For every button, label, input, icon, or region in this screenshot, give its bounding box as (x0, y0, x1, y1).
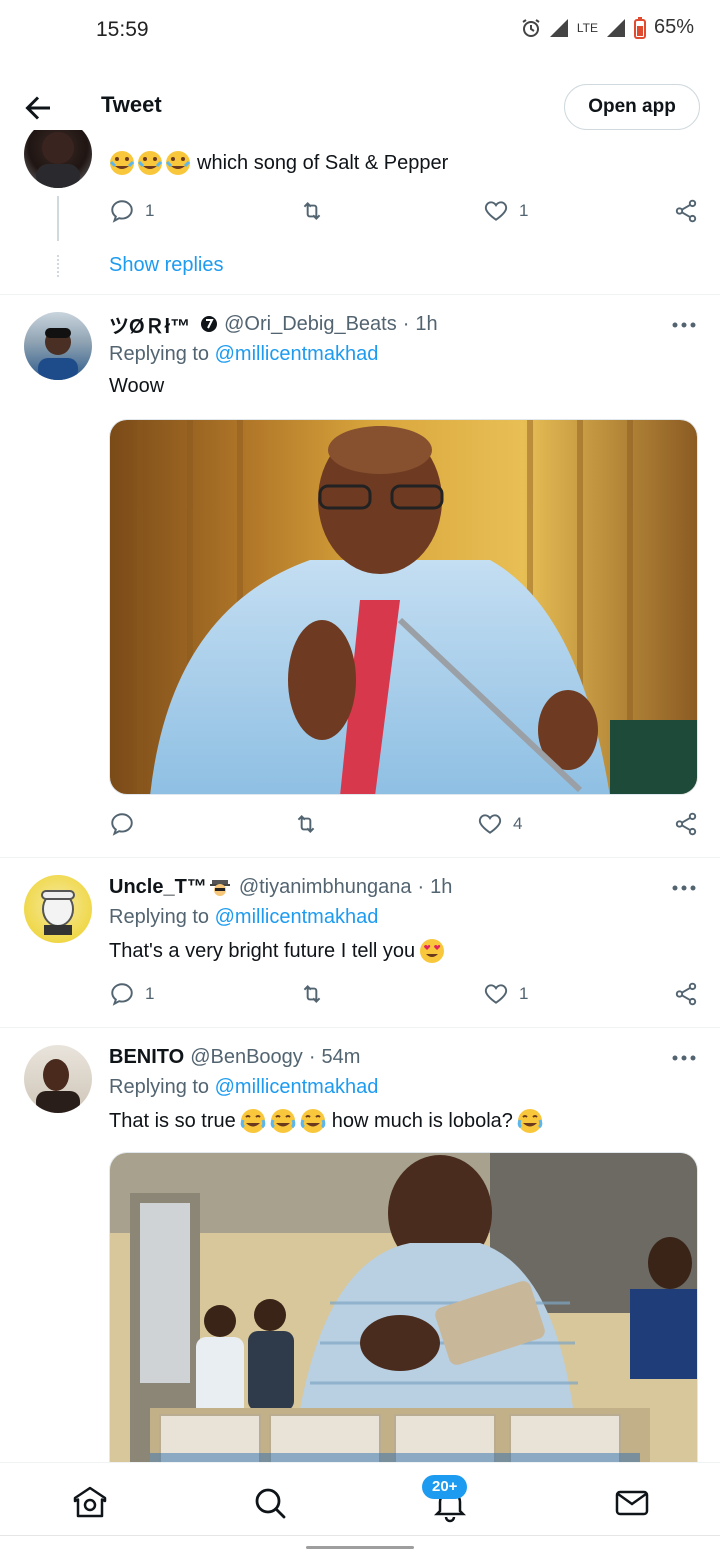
photo-image (110, 420, 697, 794)
share-icon (675, 812, 697, 836)
handle[interactable]: @tiyanimbhungana (239, 876, 412, 899)
tweet-text-content: That's a very bright future I tell you (109, 939, 416, 962)
detective-emoji (209, 880, 230, 896)
tweet-3[interactable]: Uncle_T™ @tiyanimbhungana · 1h Replying … (0, 858, 720, 1027)
display-name[interactable]: BENITO (109, 1046, 184, 1069)
tweet-photo[interactable] (109, 1152, 698, 1462)
tears-of-joy-emoji (240, 1109, 326, 1133)
show-replies-link[interactable]: Show replies (109, 254, 224, 277)
timestamp[interactable]: 1h (415, 313, 437, 336)
thread-line (57, 196, 59, 241)
home-icon[interactable] (70, 1483, 110, 1523)
tweet-actions: 4 (109, 811, 699, 841)
notifications-badge[interactable]: 20+ (422, 1475, 468, 1499)
tears-of-joy-emoji (517, 1109, 543, 1133)
timestamp[interactable]: 1h (430, 876, 452, 899)
retweet-button[interactable] (293, 811, 319, 837)
heart-icon (484, 984, 508, 1004)
retweet-icon (303, 985, 321, 1003)
status-time: 15:59 (96, 18, 149, 41)
replying-to: Replying to @millicentmakhad (109, 343, 379, 365)
mention-link[interactable]: @millicentmakhad (215, 343, 379, 365)
verified-badge-icon (201, 316, 218, 332)
share-icon (675, 982, 697, 1006)
avatar[interactable] (24, 312, 92, 380)
more-options-icon[interactable] (670, 878, 698, 898)
avatar[interactable] (24, 875, 92, 943)
avatar[interactable] (24, 130, 92, 188)
back-arrow-icon[interactable] (20, 90, 56, 126)
heart-eyes-emoji (420, 939, 445, 963)
reply-icon (111, 813, 133, 836)
signal-icon-2 (606, 18, 625, 37)
status-bar: 15:59 LTE 65% (0, 0, 720, 60)
tweet-header-row: BENITO @BenBoogy · 54m (109, 1045, 361, 1069)
photo-image (110, 1153, 697, 1462)
share-button[interactable] (673, 811, 699, 837)
display-name[interactable]: Uncle_T™ (109, 876, 207, 899)
alarm-icon (522, 18, 540, 37)
share-icon (675, 199, 697, 223)
timestamp[interactable]: 54m (321, 1046, 360, 1069)
retweet-button[interactable] (299, 198, 325, 224)
replying-to: Replying to @millicentmakhad (109, 1076, 379, 1098)
reply-icon (111, 983, 133, 1006)
messages-icon[interactable] (612, 1483, 652, 1523)
tweet-text-part-2: how much is lobola? (331, 1109, 513, 1132)
signal-icon (549, 18, 568, 37)
like-button[interactable]: 1 (483, 198, 528, 224)
like-button[interactable]: 4 (477, 811, 522, 837)
tweet-4[interactable]: BENITO @BenBoogy · 54m Replying to @mill… (0, 1028, 720, 1462)
timeline[interactable]: which song of Salt & Pepper 1 1 Show rep… (0, 130, 720, 1462)
tweet-text-content: which song of Salt & Pepper (197, 151, 449, 174)
tweet-header-row: ツØＲł™ @Ori_Debig_Beats · 1h (109, 310, 696, 338)
thread-dots (57, 255, 59, 277)
mention-link[interactable]: @millicentmakhad (215, 906, 379, 928)
tweet-text: Woow (109, 375, 165, 397)
tweet-text: which song of Salt & Pepper (109, 150, 696, 176)
tweet-text: That is so true how much is lobola? (109, 1108, 696, 1134)
display-name[interactable]: ツØＲł™ (109, 310, 190, 339)
laughing-emoji (109, 150, 193, 176)
handle[interactable]: @Ori_Debig_Beats (224, 313, 397, 336)
like-button[interactable]: 1 (483, 981, 528, 1007)
tweet-actions: 1 1 (109, 981, 699, 1011)
tweet-1[interactable]: which song of Salt & Pepper 1 1 Show rep… (0, 130, 720, 294)
open-app-button[interactable]: Open app (564, 84, 700, 130)
replying-to: Replying to @millicentmakhad (109, 906, 379, 928)
more-options-icon[interactable] (670, 315, 698, 335)
handle[interactable]: @BenBoogy (190, 1046, 303, 1069)
tweet-text-part-1: That is so true (109, 1109, 236, 1132)
reply-button[interactable]: 1 (109, 198, 154, 224)
battery-level: 65% (653, 16, 694, 38)
retweet-icon (303, 202, 321, 220)
status-icons: LTE 65% (521, 16, 694, 39)
tweet-header-row: Uncle_T™ @tiyanimbhungana · 1h (109, 875, 453, 899)
battery-icon (633, 16, 646, 39)
gesture-bar[interactable] (306, 1546, 414, 1549)
heart-icon (484, 201, 508, 221)
share-button[interactable] (673, 981, 699, 1007)
retweet-button[interactable] (299, 981, 325, 1007)
tweet-text: That's a very bright future I tell you (109, 938, 696, 964)
page-title: Tweet (101, 92, 162, 117)
network-type: LTE (576, 20, 598, 35)
reply-button[interactable] (109, 811, 145, 837)
heart-icon (478, 814, 502, 834)
reply-button[interactable]: 1 (109, 981, 154, 1007)
reply-icon (111, 200, 133, 223)
retweet-icon (297, 815, 315, 833)
tweet-photo[interactable] (109, 419, 698, 795)
more-options-icon[interactable] (670, 1048, 698, 1068)
search-icon[interactable] (250, 1483, 290, 1523)
gesture-separator (0, 1535, 720, 1536)
mention-link[interactable]: @millicentmakhad (215, 1076, 379, 1098)
tweet-actions: 1 1 (109, 198, 699, 228)
share-button[interactable] (673, 198, 699, 224)
tweet-2[interactable]: ツØＲł™ @Ori_Debig_Beats · 1h Replying to … (0, 295, 720, 857)
avatar[interactable] (24, 1045, 92, 1113)
